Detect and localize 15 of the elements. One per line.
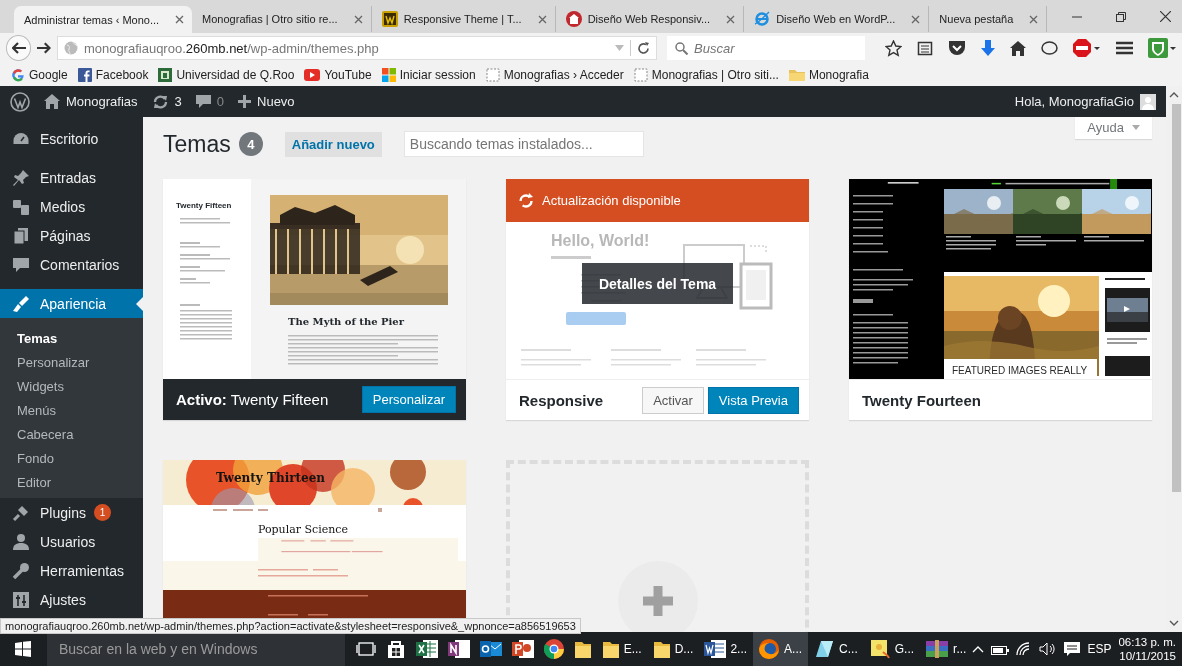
url-text: monografiauqroo.260mb.net/wp-admin/themes.php [83,40,380,56]
preview-post-title: The Myth of the Pier [288,316,405,327]
update-count-badge: 1 [93,504,111,521]
update-notice: Actualización disponible [506,179,809,222]
status-url-tooltip: monografiauqroo.260mb.net/wp-admin/themes.php?action=activate&stylesheet=responsive&_wpnonce=a856519653 [0,618,581,634]
theme-name: Twenty Fourteen [862,391,981,409]
preview-post-title: Popular Science [258,523,349,536]
preview-heading: Hello, World! [551,232,651,250]
page-title: Temas [163,130,231,158]
preview-site-title: Twenty Fifteen [176,201,233,210]
preview-site-title: Twenty Thirteen [216,471,326,485]
preview-post-title: FEATURED IMAGES REALLY [944,359,1098,379]
theme-count-badge: 4 [238,132,263,156]
theme-name: Responsive [519,391,604,409]
theme-name: Activo: Twenty Fifteen [176,391,329,408]
